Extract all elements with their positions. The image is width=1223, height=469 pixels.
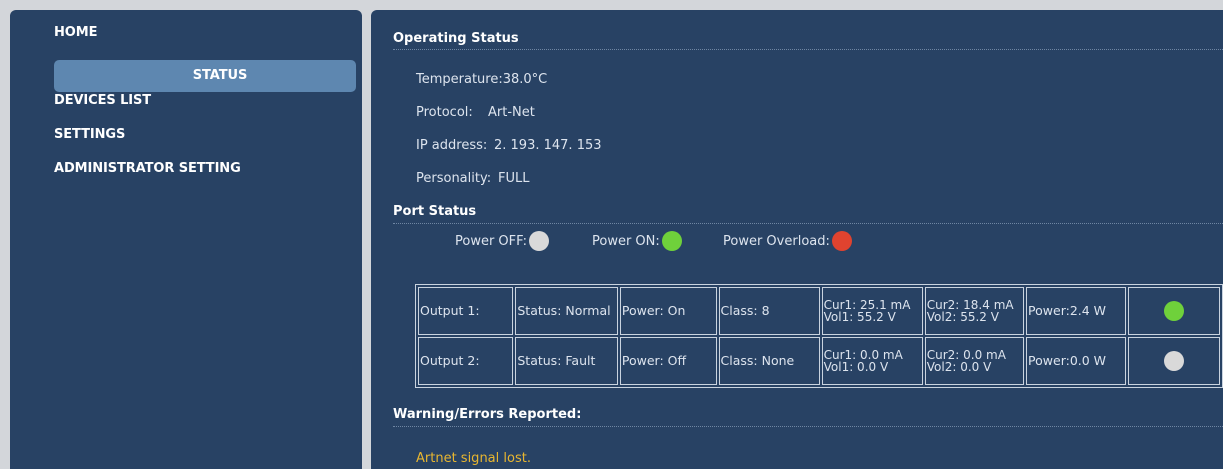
output-channel1-cell: Cur1: 25.1 mA Vol1: 55.2 V: [821, 287, 923, 335]
vol1-value: Vol1: 55.2 V: [823, 310, 896, 324]
nav-home-link[interactable]: HOME: [54, 25, 97, 40]
output-class-cell: Class: None: [718, 337, 820, 385]
warnings-heading: Warning/Errors Reported:: [393, 407, 582, 422]
legend-power-on: Power ON:: [592, 231, 682, 251]
ip-address-row: IP address: 2. 193. 147. 153: [416, 138, 602, 153]
personality-row: Personality: FULL: [416, 171, 529, 186]
legend-power-off: Power OFF:: [455, 231, 549, 251]
temperature-row: Temperature:38.0°C: [416, 72, 547, 87]
legend-power-off-label: Power OFF:: [455, 233, 527, 249]
protocol-value: Art-Net: [488, 105, 535, 120]
output-channel1-cell: Cur1: 0.0 mA Vol1: 0.0 V: [821, 337, 923, 385]
output-status-cell: Status: Normal: [515, 287, 618, 335]
temperature-value: 38.0°C: [502, 72, 548, 87]
output-power-cell: Power: On: [619, 287, 717, 335]
output-indicator-cell: [1127, 337, 1220, 385]
power-off-indicator-icon: [529, 231, 549, 251]
output-watts-cell: Power:0.0 W: [1026, 337, 1126, 385]
output-power-cell: Power: Off: [619, 337, 717, 385]
temperature-label: Temperature:: [416, 72, 503, 87]
output-name-cell: Output 1:: [418, 287, 514, 335]
status-indicator-icon: [1163, 351, 1184, 371]
table-row: Output 1: Status: Normal Power: On Class…: [418, 287, 1220, 335]
output-status-cell: Status: Fault: [515, 337, 618, 385]
legend-power-on-label: Power ON:: [592, 233, 660, 249]
status-indicator-icon: [1163, 301, 1184, 321]
vol2-value: Vol2: 0.0 V: [926, 360, 992, 374]
vol2-value: Vol2: 55.2 V: [926, 310, 999, 324]
output-channel2-cell: Cur2: 18.4 mA Vol2: 55.2 V: [924, 287, 1025, 335]
operating-status-heading: Operating Status: [393, 31, 519, 46]
ip-address-value: 2. 193. 147. 153: [494, 138, 602, 153]
ip-address-label: IP address:: [416, 138, 488, 153]
personality-label: Personality:: [416, 171, 492, 186]
vol1-value: Vol1: 0.0 V: [823, 360, 889, 374]
table-row: Output 2: Status: Fault Power: Off Class…: [418, 337, 1220, 385]
nav-devices-list-link[interactable]: DEVICES LIST: [54, 93, 151, 108]
main-panel: Operating Status Temperature:38.0°C Prot…: [371, 10, 1223, 469]
power-overload-indicator-icon: [831, 231, 852, 251]
personality-value: FULL: [498, 171, 530, 186]
protocol-row: Protocol: Art-Net: [416, 105, 535, 120]
legend-power-overload-label: Power Overload:: [723, 233, 830, 249]
power-on-indicator-icon: [661, 231, 682, 251]
output-indicator-cell: [1127, 287, 1220, 335]
divider: [393, 223, 1223, 224]
output-watts-cell: Power:2.4 W: [1026, 287, 1126, 335]
sidebar: HOME STATUS DEVICES LIST SETTINGS ADMINI…: [10, 10, 362, 469]
divider: [393, 49, 1223, 50]
warning-message: Artnet signal lost.: [416, 451, 531, 466]
output-channel2-cell: Cur2: 0.0 mA Vol2: 0.0 V: [924, 337, 1025, 385]
port-status-heading: Port Status: [393, 204, 477, 219]
output-class-cell: Class: 8: [718, 287, 820, 335]
port-status-table: Output 1: Status: Normal Power: On Class…: [415, 284, 1223, 388]
protocol-label: Protocol:: [416, 105, 473, 120]
divider: [393, 426, 1223, 427]
nav-status-link[interactable]: STATUS: [54, 60, 356, 92]
output-name-cell: Output 2:: [418, 337, 514, 385]
nav-settings-link[interactable]: SETTINGS: [54, 127, 125, 142]
legend-power-overload: Power Overload:: [723, 231, 852, 251]
nav-administrator-setting-link[interactable]: ADMINISTRATOR SETTING: [54, 161, 241, 176]
